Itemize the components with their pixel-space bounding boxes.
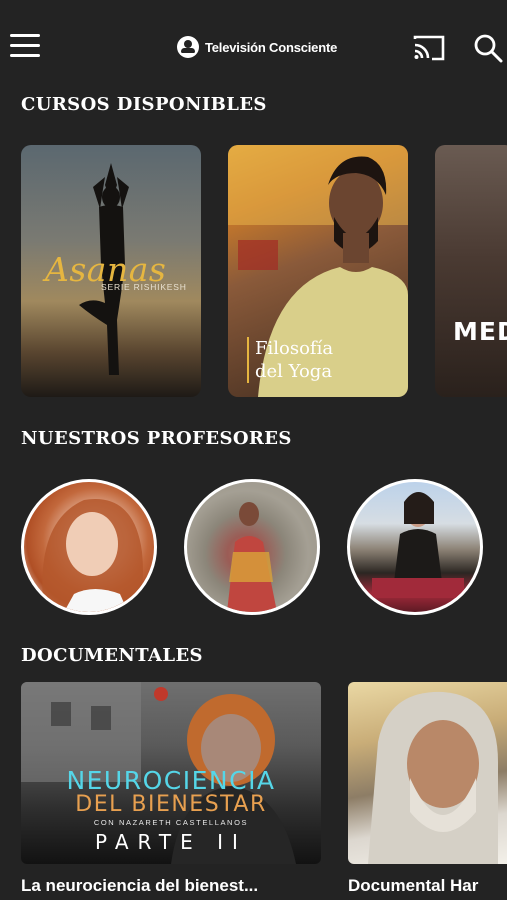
app-logo[interactable]: Televisión Consciente [177,35,337,59]
documentary-title-1[interactable]: La neurociencia del bienest... [21,876,321,896]
professor-photo [187,482,317,612]
poster-title-line-1: NEUROCIENCIA [66,766,276,795]
cast-button[interactable] [413,34,445,62]
search-icon [474,34,503,63]
menu-icon-line [10,54,40,57]
search-button[interactable] [473,33,503,63]
professor-avatar-2[interactable] [184,479,320,615]
menu-button[interactable] [10,34,40,60]
course-card-asanas[interactable]: Asanas SERIE RISHIKESH [21,145,201,397]
meditation-logo-icon [177,36,199,58]
professor-avatar-3[interactable] [347,479,483,615]
title-accent-bar [247,337,249,383]
course-card-meditacion[interactable]: MEDI [435,145,507,397]
menu-icon-line [10,44,40,47]
course-title-meditacion: MEDI [453,317,507,346]
professor-photo [42,499,143,612]
documentary-title-2[interactable]: Documental Har [348,876,507,896]
course-subtitle-asanas: SERIE RISHIKESH [101,282,187,292]
menu-icon-line [10,34,40,37]
course-title-filosofia: Filosofía del Yoga [255,337,333,383]
professor-photo [372,492,464,598]
app-title: Televisión Consciente [205,39,338,55]
documentary-poster-image [368,691,498,864]
documentary-card-2[interactable] [348,682,507,864]
documentaries-section-title: DOCUMENTALES [21,645,203,666]
course-title-line-2: del Yoga [255,361,333,382]
course-card-filosofia[interactable]: Filosofía del Yoga [228,145,408,397]
poster-credit: CON NAZARETH CASTELLANOS [93,818,249,827]
professor-avatar-1[interactable] [21,479,157,615]
professors-section-title: NUESTROS PROFESORES [21,428,292,449]
cast-icon [413,35,445,61]
documentary-card-neurociencia[interactable]: NEUROCIENCIA DEL BIENESTAR CON NAZARETH … [21,682,321,864]
course-title-line-1: Filosofía [255,338,334,359]
courses-section-title: CURSOS DISPONIBLES [21,94,267,115]
top-bar: Televisión Consciente [0,0,507,92]
poster-title-line-2: DEL BIENESTAR [75,792,267,817]
poster-part-label: PARTE II [95,830,247,854]
